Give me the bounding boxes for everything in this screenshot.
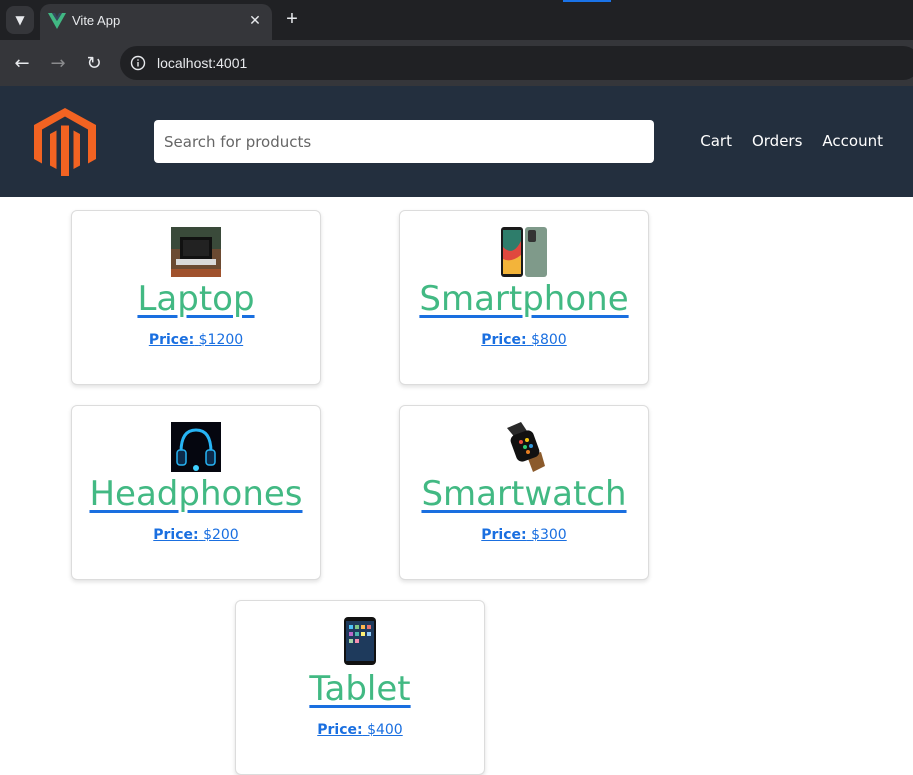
nav-link-orders[interactable]: Orders — [752, 132, 802, 150]
headphones-image — [171, 422, 221, 472]
browser-tab[interactable]: Vite App ✕ — [40, 4, 272, 40]
new-tab-button[interactable]: + — [280, 8, 304, 32]
main-nav: Cart Orders Account — [700, 132, 883, 150]
smartwatch-image — [507, 422, 545, 472]
url-text: localhost:4001 — [157, 55, 248, 71]
tab-search-button[interactable]: ▼ — [6, 6, 34, 34]
product-price[interactable]: Price: $1200 — [72, 332, 320, 348]
tablet-image — [344, 617, 376, 665]
product-price[interactable]: Price: $400 — [236, 722, 484, 738]
forward-arrow-icon[interactable]: → — [46, 51, 70, 75]
product-card[interactable]: Smartwatch Price: $300 — [399, 405, 649, 580]
smartphone-image — [501, 227, 547, 277]
close-icon[interactable]: ✕ — [246, 12, 264, 30]
product-name[interactable]: Smartphone — [400, 279, 648, 319]
product-price[interactable]: Price: $800 — [400, 332, 648, 348]
reload-icon[interactable]: ↻ — [82, 51, 106, 75]
product-name[interactable]: Laptop — [72, 279, 320, 319]
product-card[interactable]: Headphones Price: $200 — [71, 405, 321, 580]
search-input[interactable] — [154, 120, 654, 163]
tab-accent-bar — [563, 0, 611, 2]
product-price[interactable]: Price: $200 — [72, 527, 320, 543]
browser-toolbar: ← → ↻ localhost:4001 — [0, 40, 913, 86]
nav-link-cart[interactable]: Cart — [700, 132, 732, 150]
info-icon[interactable] — [130, 55, 146, 71]
product-card[interactable]: Laptop Price: $1200 — [71, 210, 321, 385]
site-header: Cart Orders Account — [0, 86, 913, 197]
address-bar[interactable]: localhost:4001 — [120, 46, 913, 80]
laptop-image — [171, 227, 221, 277]
product-name[interactable]: Tablet — [236, 669, 484, 709]
magento-logo-icon[interactable] — [34, 108, 96, 176]
product-name[interactable]: Headphones — [72, 474, 320, 514]
tab-title: Vite App — [72, 13, 121, 28]
browser-tabstrip: ▼ Vite App ✕ + — [0, 0, 913, 40]
product-name[interactable]: Smartwatch — [400, 474, 648, 514]
back-arrow-icon[interactable]: ← — [10, 51, 34, 75]
chevron-down-icon: ▼ — [15, 13, 25, 27]
nav-link-account[interactable]: Account — [822, 132, 883, 150]
vue-logo-icon — [48, 13, 66, 29]
product-card[interactable]: Tablet Price: $400 — [235, 600, 485, 775]
product-card[interactable]: Smartphone Price: $800 — [399, 210, 649, 385]
product-price[interactable]: Price: $300 — [400, 527, 648, 543]
